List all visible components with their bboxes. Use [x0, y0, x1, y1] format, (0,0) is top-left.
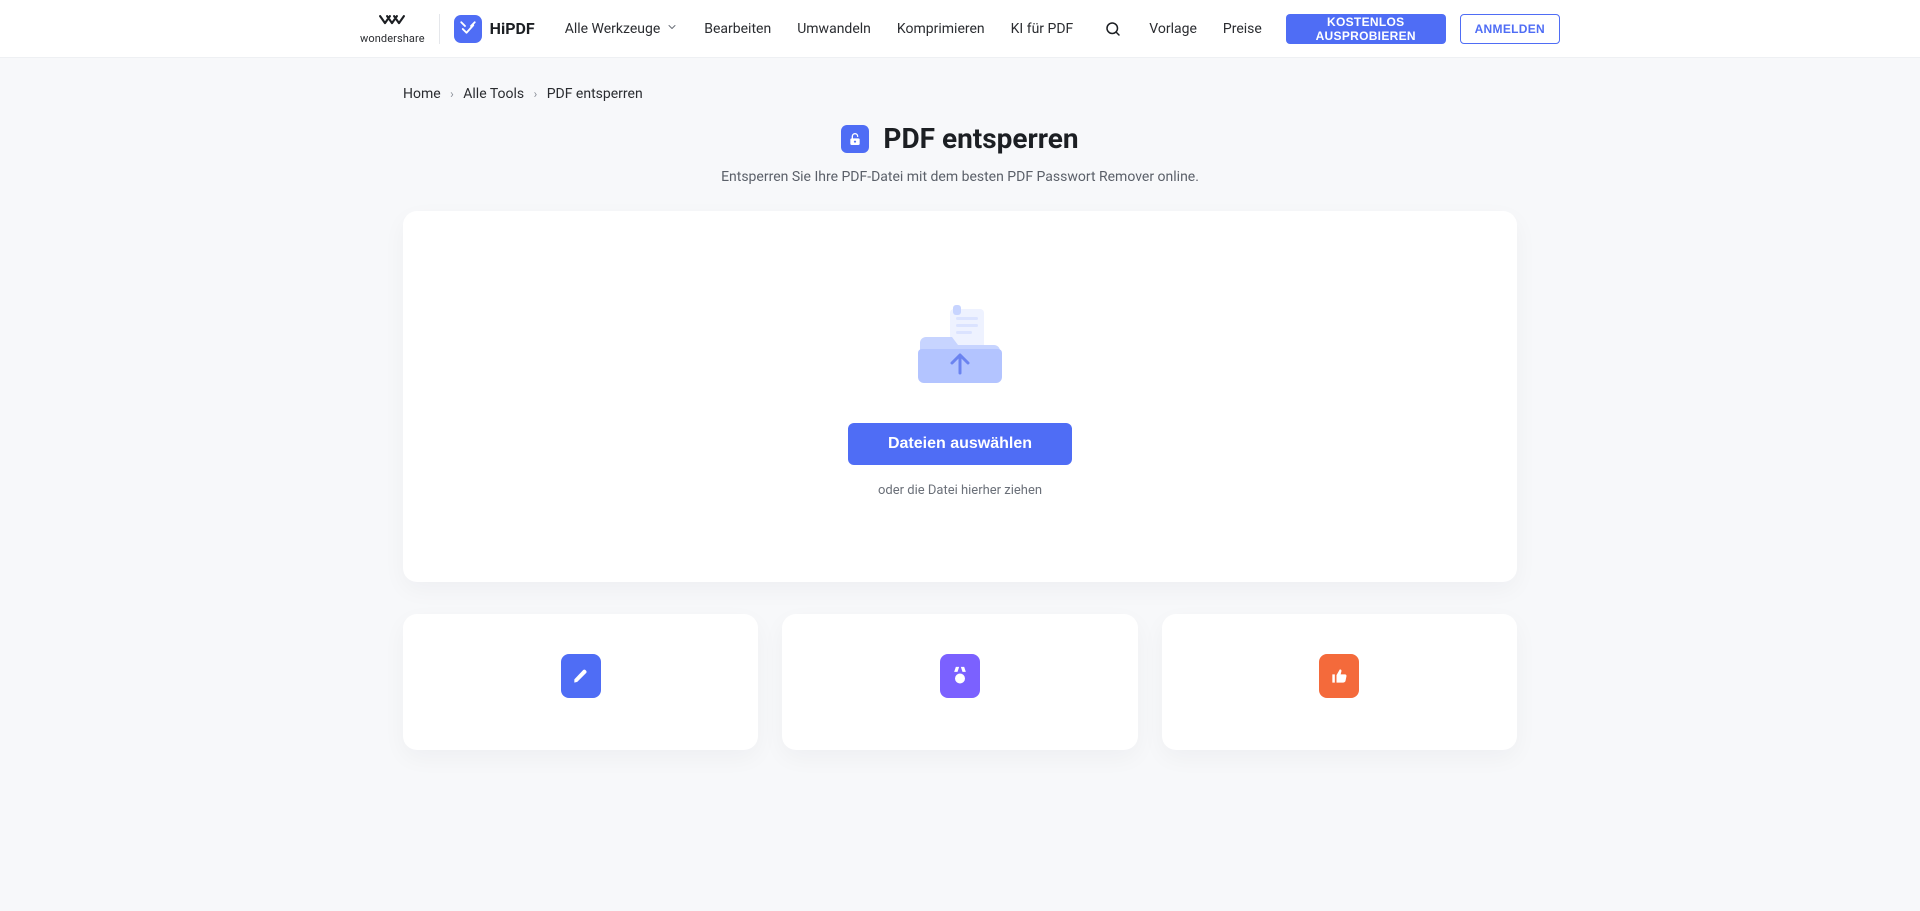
- upload-illustration: [443, 301, 1477, 393]
- breadcrumb: Home › Alle Tools › PDF entsperren: [403, 58, 1517, 116]
- breadcrumb-all-tools[interactable]: Alle Tools: [463, 86, 524, 102]
- breadcrumb-sep-icon: ›: [450, 87, 454, 101]
- page-subtitle: Entsperren Sie Ihre PDF-Datei mit dem be…: [403, 169, 1517, 185]
- feature-card-2: [782, 614, 1137, 750]
- brand-block: wondershare HiPDF: [360, 12, 535, 45]
- drag-hint: oder die Datei hierher ziehen: [443, 483, 1477, 498]
- hero-title-row: PDF entsperren: [403, 122, 1517, 155]
- login-button[interactable]: ANMELDEN: [1460, 14, 1560, 44]
- nav-convert[interactable]: Umwandeln: [797, 21, 871, 37]
- page-title: PDF entsperren: [883, 122, 1078, 155]
- hipdf-text: HiPDF: [490, 19, 535, 38]
- nav-all-tools-label: Alle Werkzeuge: [565, 21, 661, 37]
- upload-card[interactable]: Dateien auswählen oder die Datei hierher…: [403, 211, 1517, 582]
- select-files-button[interactable]: Dateien auswählen: [848, 423, 1072, 465]
- hipdf-icon: [454, 15, 482, 43]
- pencil-icon: [561, 654, 601, 698]
- feature-cards: [403, 614, 1517, 750]
- unlock-icon: [841, 125, 869, 153]
- brand-divider: [439, 14, 440, 44]
- hero: PDF entsperren Entsperren Sie Ihre PDF-D…: [403, 122, 1517, 185]
- nav-compress[interactable]: Komprimieren: [897, 21, 985, 37]
- nav-ai-pdf[interactable]: KI für PDF: [1011, 21, 1074, 37]
- wondershare-logo[interactable]: wondershare: [360, 12, 425, 45]
- nav-pricing[interactable]: Preise: [1223, 21, 1262, 37]
- chevron-down-icon: [666, 21, 678, 37]
- wondershare-icon: [378, 12, 406, 30]
- thumbs-up-icon: [1319, 654, 1359, 698]
- breadcrumb-sep-icon: ›: [534, 87, 538, 101]
- feature-card-3: [1162, 614, 1517, 750]
- breadcrumb-home[interactable]: Home: [403, 86, 441, 102]
- nav-template[interactable]: Vorlage: [1149, 21, 1197, 37]
- breadcrumb-current: PDF entsperren: [547, 86, 643, 102]
- nav-edit[interactable]: Bearbeiten: [704, 21, 771, 37]
- site-header: wondershare HiPDF Alle Werkzeuge: [0, 0, 1920, 58]
- main-nav: Alle Werkzeuge Bearbeiten Umwandeln Komp…: [565, 19, 1262, 39]
- try-free-button[interactable]: KOSTENLOS AUSPROBIEREN: [1286, 14, 1446, 44]
- page-container: Home › Alle Tools › PDF entsperren PDF e…: [383, 58, 1537, 750]
- header-inner: wondershare HiPDF Alle Werkzeuge: [360, 12, 1560, 45]
- feature-card-1: [403, 614, 758, 750]
- medal-icon: [940, 654, 980, 698]
- wondershare-text: wondershare: [360, 32, 425, 45]
- nav-all-tools[interactable]: Alle Werkzeuge: [565, 21, 679, 37]
- header-actions: KOSTENLOS AUSPROBIEREN ANMELDEN: [1286, 14, 1560, 44]
- search-icon[interactable]: [1103, 19, 1123, 39]
- hipdf-logo[interactable]: HiPDF: [454, 15, 535, 43]
